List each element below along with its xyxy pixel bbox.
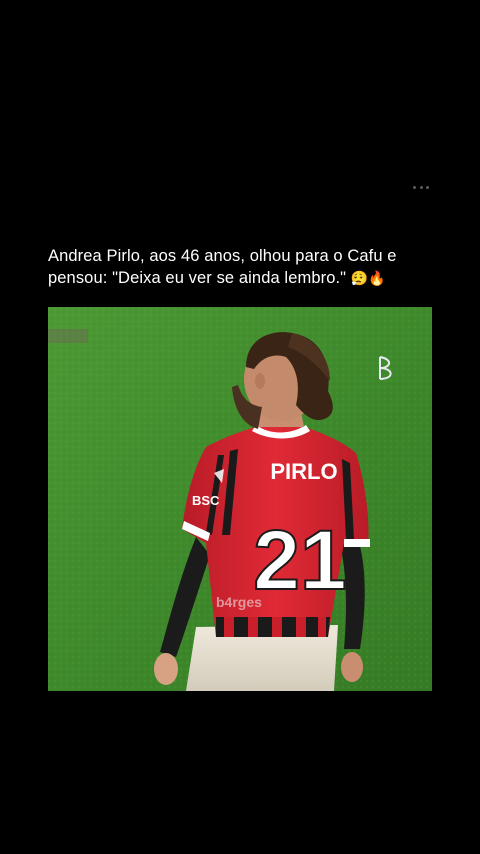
jersey-number: 21 (253, 513, 346, 607)
jersey-name: PIRLO (270, 459, 337, 484)
dot (413, 185, 416, 189)
video-frame: BSC PIRLO 21 b4rges (48, 307, 432, 691)
post-video[interactable]: BSC PIRLO 21 b4rges (48, 307, 432, 691)
more-options-icon[interactable] (413, 182, 429, 192)
sponsor-text: BSC (192, 493, 220, 508)
post-caption: Andrea Pirlo, aos 46 anos, olhou para o … (48, 245, 448, 290)
caption-emojis: 😮‍💨🔥 (350, 271, 386, 287)
dot (426, 185, 429, 189)
video-watermark: b4rges (216, 594, 262, 610)
dot (419, 185, 423, 189)
caption-text: Andrea Pirlo, aos 46 anos, olhou para o … (48, 247, 397, 287)
